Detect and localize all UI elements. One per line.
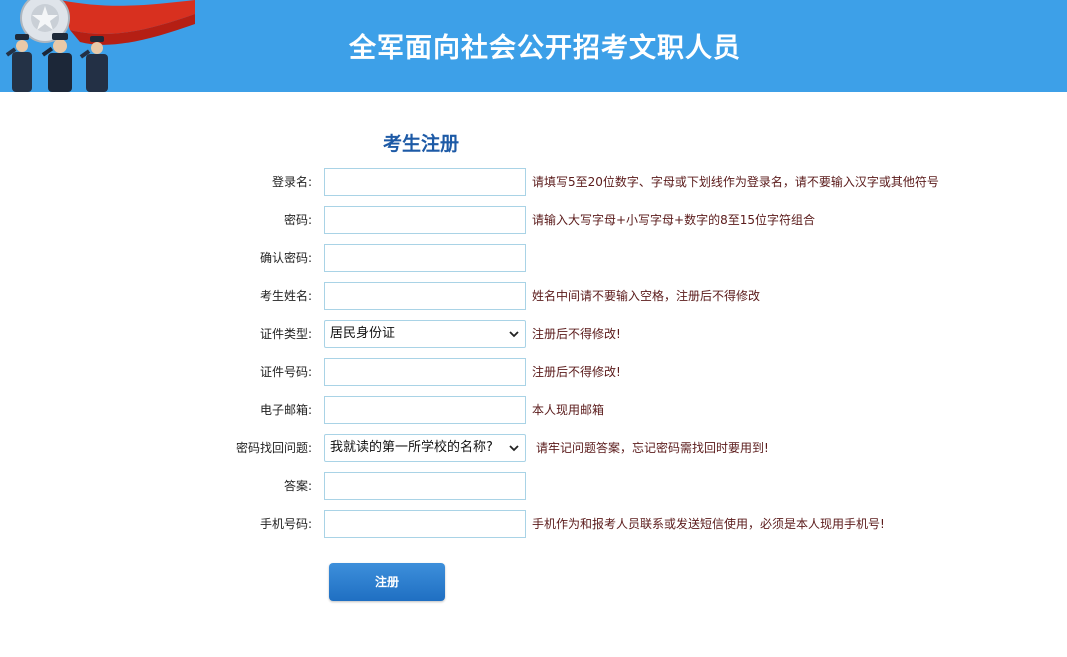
security-question-hint: 请牢记问题答案，忘记密码需找回时要用到!	[536, 441, 769, 455]
form-row-id-number: 证件号码: 注册后不得修改!	[0, 358, 1067, 386]
security-question-selected-value: 我就读的第一所学校的名称?	[330, 440, 493, 455]
login-name-hint: 请填写5至20位数字、字母或下划线作为登录名，请不要输入汉字或其他符号	[532, 175, 939, 189]
password-hint: 请输入大写字母+小写字母+数字的8至15位字符组合	[532, 213, 816, 227]
mobile-label: 手机号码:	[259, 517, 312, 531]
security-question-select[interactable]: 我就读的第一所学校的名称?	[324, 434, 526, 462]
email-label: 电子邮箱:	[259, 403, 312, 417]
login-name-label: 登录名:	[271, 175, 312, 189]
id-type-selected-value: 居民身份证	[330, 326, 396, 341]
form-row-confirm-password: 确认密码:	[0, 244, 1067, 272]
login-name-input[interactable]	[324, 168, 526, 196]
form-row-answer: 答案:	[0, 472, 1067, 500]
confirm-password-label: 确认密码:	[259, 251, 312, 265]
mobile-hint: 手机作为和报考人员联系或发送短信使用，必须是本人现用手机号!	[532, 517, 885, 531]
banner-title: 全军面向社会公开招考文职人员	[349, 33, 741, 64]
form-row-login-name: 登录名: 请填写5至20位数字、字母或下划线作为登录名，请不要输入汉字或其他符号	[0, 168, 1067, 196]
candidate-name-label: 考生姓名:	[259, 289, 312, 303]
email-input[interactable]	[324, 396, 526, 424]
id-type-label: 证件类型:	[259, 327, 312, 341]
id-number-input[interactable]	[324, 358, 526, 386]
password-label: 密码:	[283, 213, 312, 227]
chevron-down-icon	[509, 331, 519, 338]
confirm-password-input[interactable]	[324, 244, 526, 272]
id-type-hint: 注册后不得修改!	[532, 327, 621, 341]
security-question-label: 密码找回问题:	[235, 441, 312, 455]
page-title: 考生注册	[383, 133, 460, 155]
form-row-id-type: 证件类型: 居民身份证 注册后不得修改!	[0, 320, 1067, 348]
register-button[interactable]: 注册	[329, 563, 445, 601]
form-row-password: 密码: 请输入大写字母+小写字母+数字的8至15位字符组合	[0, 206, 1067, 234]
mobile-input[interactable]	[324, 510, 526, 538]
answer-label: 答案:	[283, 479, 312, 493]
password-input[interactable]	[324, 206, 526, 234]
candidate-name-hint: 姓名中间请不要输入空格，注册后不得修改	[532, 289, 761, 303]
chevron-down-icon	[509, 445, 519, 452]
header-banner: 全军面向社会公开招考文职人员	[0, 0, 1067, 92]
answer-input[interactable]	[324, 472, 526, 500]
id-type-select[interactable]: 居民身份证	[324, 320, 526, 348]
candidate-name-input[interactable]	[324, 282, 526, 310]
id-number-hint: 注册后不得修改!	[532, 365, 621, 379]
email-hint: 本人现用邮箱	[532, 403, 605, 417]
form-row-mobile: 手机号码: 手机作为和报考人员联系或发送短信使用，必须是本人现用手机号!	[0, 510, 1067, 538]
id-number-label: 证件号码:	[259, 365, 312, 379]
form-row-candidate-name: 考生姓名: 姓名中间请不要输入空格，注册后不得修改	[0, 282, 1067, 310]
form-row-security-question: 密码找回问题: 我就读的第一所学校的名称? 请牢记问题答案，忘记密码需找回时要用…	[0, 434, 1067, 462]
form-row-email: 电子邮箱: 本人现用邮箱	[0, 396, 1067, 424]
